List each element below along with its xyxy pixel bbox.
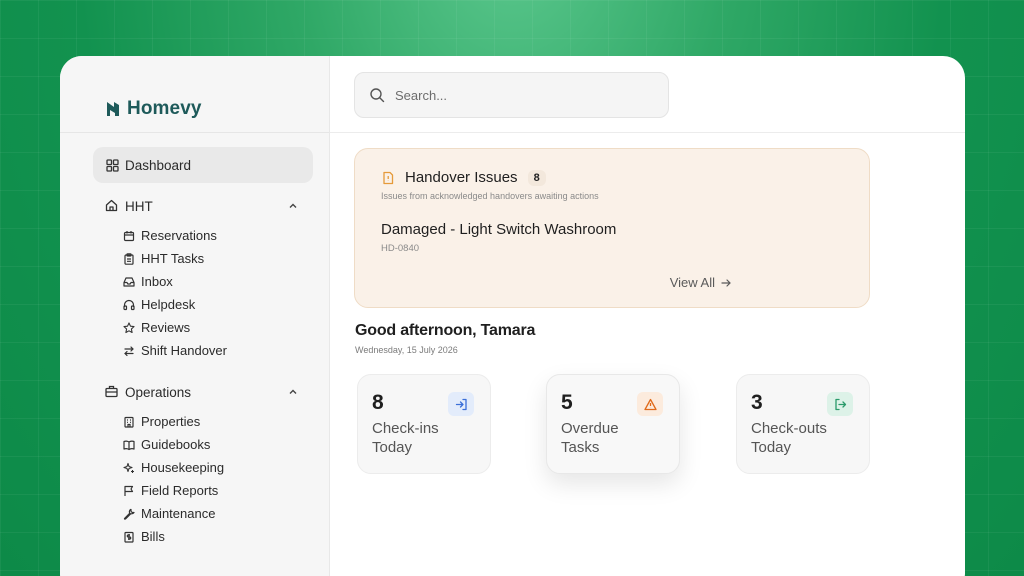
sidebar-item-label: Bills [141, 529, 165, 544]
stat-label: Overdue Tasks [561, 420, 619, 456]
section-label: Operations [125, 384, 192, 400]
section-operations-toggle[interactable]: Operations [93, 374, 313, 410]
chevron-up-icon[interactable] [287, 386, 299, 398]
sidebar-item-hht-tasks[interactable]: HHT Tasks [122, 247, 313, 270]
sidebar-item-label: Properties [141, 414, 201, 429]
stat-label: Check-ins Today [372, 420, 439, 456]
warning-icon [637, 392, 663, 416]
sidebar-item-reviews[interactable]: Reviews [122, 316, 313, 339]
view-all-link[interactable]: View All [670, 275, 732, 290]
log-out-icon [827, 392, 853, 416]
stat-label: Check-outs Today [751, 420, 827, 456]
brand-logo[interactable]: Homevy [60, 56, 329, 133]
app-window: Homevy Dashboard HHT Reservations HHT Ta… [60, 56, 965, 576]
handover-count-badge: 8 [527, 169, 546, 186]
sidebar-item-properties[interactable]: Properties [122, 410, 313, 433]
chevron-up-icon[interactable] [287, 200, 299, 212]
greeting-date: Wednesday, 15 July 2026 [355, 345, 458, 355]
sidebar: Homevy Dashboard HHT Reservations HHT Ta… [60, 56, 330, 576]
sidebar-item-label: Housekeeping [141, 460, 225, 475]
handover-issue-code: HD-0840 [381, 243, 420, 254]
brand-name: Homevy [127, 98, 202, 119]
calendar-icon [122, 229, 135, 242]
sidebar-item-label: Field Reports [141, 483, 219, 498]
sidebar-item-label: Dashboard [125, 157, 192, 173]
clipboard-icon [122, 252, 135, 265]
sidebar-item-reservations[interactable]: Reservations [122, 224, 313, 247]
stat-card-check-ins[interactable]: 8 Check-ins Today [357, 374, 491, 474]
sidebar-item-bills[interactable]: Bills [122, 525, 313, 548]
briefcase-icon [105, 385, 119, 399]
hht-sublist: Reservations HHT Tasks Inbox Helpdesk Re… [93, 224, 313, 362]
homevy-logo-icon [106, 101, 120, 117]
sidebar-item-inbox[interactable]: Inbox [122, 270, 313, 293]
building-icon [122, 415, 135, 428]
sidebar-item-label: Guidebooks [141, 437, 211, 452]
section-hht-toggle[interactable]: HHT [93, 188, 313, 224]
section-label: HHT [125, 198, 153, 214]
sidebar-item-maintenance[interactable]: Maintenance [122, 502, 313, 525]
star-icon [122, 321, 135, 334]
sidebar-item-label: Helpdesk [141, 297, 196, 312]
greeting: Good afternoon, Tamara Wednesday, 15 Jul… [355, 322, 535, 355]
stat-card-overdue-tasks[interactable]: 5 Overdue Tasks [546, 374, 680, 474]
sidebar-item-field-reports[interactable]: Field Reports [122, 479, 313, 502]
handover-issue-title[interactable]: Damaged - Light Switch Washroom [381, 221, 843, 238]
sidebar-item-helpdesk[interactable]: Helpdesk [122, 293, 313, 316]
dashboard-icon [105, 158, 119, 172]
main-content: Search... Handover Issues 8 Issues from … [330, 56, 965, 576]
top-bar: Search... [330, 56, 965, 133]
sidebar-item-label: Reservations [141, 228, 217, 243]
document-alert-icon [381, 171, 395, 185]
greeting-title: Good afternoon, Tamara [355, 322, 536, 339]
sparkle-icon [122, 461, 135, 474]
arrow-right-icon [720, 277, 732, 289]
headphones-icon [122, 298, 135, 311]
handover-subtitle: Issues from acknowledged handovers await… [381, 191, 599, 201]
sidebar-item-housekeeping[interactable]: Housekeeping [122, 456, 313, 479]
search-input[interactable]: Search... [354, 72, 669, 118]
wrench-icon [122, 507, 135, 520]
handover-title: Handover Issues [405, 169, 518, 186]
sidebar-item-shift-handover[interactable]: Shift Handover [122, 339, 313, 362]
view-all-label: View All [669, 275, 715, 290]
sidebar-item-label: Inbox [141, 274, 173, 289]
receipt-icon [122, 530, 135, 543]
flag-icon [122, 484, 135, 497]
sidebar-item-label: Shift Handover [141, 343, 227, 358]
swap-icon [122, 344, 135, 357]
inbox-icon [122, 275, 135, 288]
search-icon [369, 87, 385, 103]
sidebar-item-label: HHT Tasks [141, 251, 205, 266]
log-in-icon [448, 392, 474, 416]
sidebar-nav: Dashboard HHT Reservations HHT Tasks Inb… [60, 133, 329, 548]
stat-card-check-outs[interactable]: 3 Check-outs Today [736, 374, 870, 474]
sidebar-item-guidebooks[interactable]: Guidebooks [122, 433, 313, 456]
operations-sublist: Properties Guidebooks Housekeeping Field… [93, 410, 313, 548]
sidebar-item-label: Maintenance [141, 506, 216, 521]
search-placeholder: Search... [395, 87, 448, 103]
handover-issues-card: Handover Issues 8 Issues from acknowledg… [354, 148, 870, 308]
sidebar-item-dashboard[interactable]: Dashboard [93, 147, 313, 183]
home-icon [105, 199, 119, 213]
book-icon [122, 438, 135, 451]
sidebar-item-label: Reviews [141, 320, 191, 335]
